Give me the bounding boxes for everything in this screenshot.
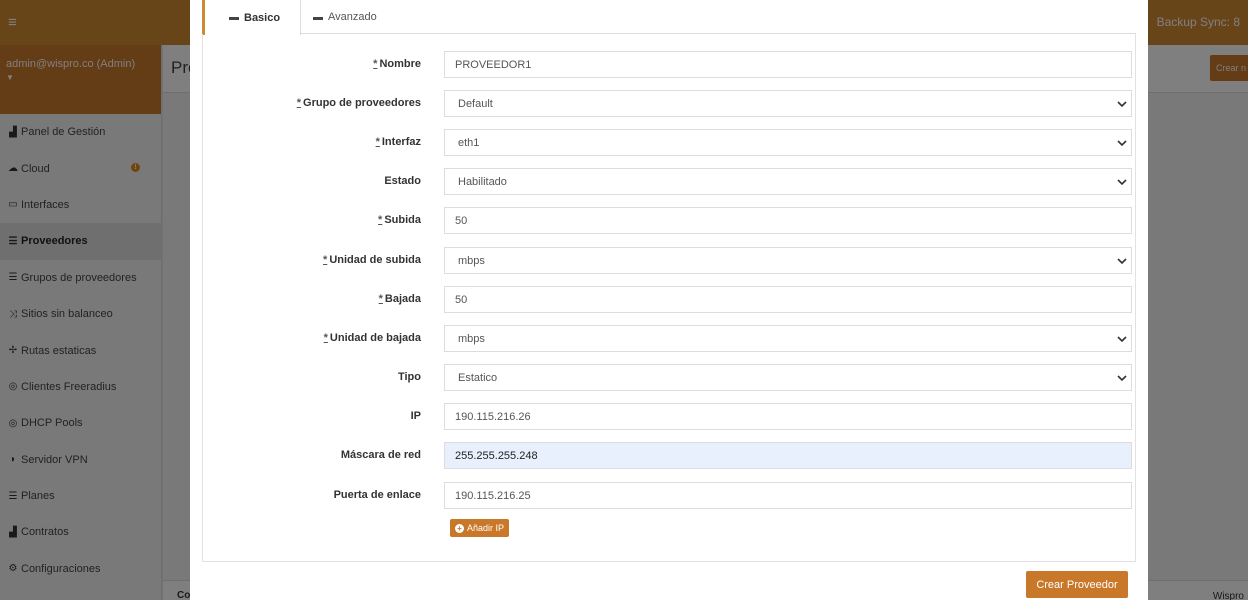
row-nombre: * Nombre: [203, 51, 1135, 79]
chevron-down-icon: [1117, 336, 1127, 343]
required-mark: *: [373, 58, 378, 70]
grupo-select[interactable]: Default: [444, 90, 1132, 117]
tab-basico[interactable]: ▬ Basico: [202, 0, 301, 35]
ip-input[interactable]: [444, 403, 1132, 430]
chevron-down-icon: [1117, 375, 1127, 382]
required-mark: *: [296, 97, 302, 109]
select-value: Default: [458, 97, 493, 110]
tipo-label: Tipo: [397, 371, 421, 383]
row-ip: IP: [203, 403, 1135, 431]
select-value: mbps: [458, 254, 485, 267]
unidad-subida-label: * Unidad de subida: [323, 254, 421, 266]
plus-circle-icon: +: [455, 523, 464, 533]
required-mark: *: [378, 214, 383, 226]
label-text: Unidad de bajada: [329, 332, 421, 344]
row-interfaz: * Interfaz eth1: [203, 129, 1135, 157]
select-value: Estatico: [458, 371, 498, 384]
row-bajada: * Bajada: [203, 286, 1135, 314]
row-estado: Estado Habilitado: [203, 168, 1135, 196]
interfaz-label: * Interfaz: [376, 136, 421, 148]
estado-select[interactable]: Habilitado: [444, 168, 1132, 195]
puerta-enlace-label: Puerta de enlace: [333, 489, 421, 501]
label-text: Nombre: [379, 58, 421, 70]
estado-label: Estado: [384, 175, 421, 187]
form-panel: *Nombre *Grupo de proveedores Default *I…: [202, 34, 1136, 562]
tab-avanzado[interactable]: ▬ Avanzado: [311, 0, 377, 34]
row-unidad-bajada: * Unidad de bajada mbps: [203, 325, 1135, 353]
nombre-label: * Nombre: [373, 58, 421, 70]
chevron-down-icon: [1117, 101, 1127, 108]
row-tipo: Tipo Estatico: [203, 364, 1135, 392]
required-mark: *: [378, 293, 383, 305]
bajada-label: * Bajada: [379, 293, 421, 305]
subida-label: * Subida: [378, 214, 421, 226]
tab-label: Basico: [244, 11, 281, 24]
label-text: Interfaz: [381, 136, 421, 148]
label-text: Grupo de proveedores: [303, 97, 421, 109]
required-mark: *: [323, 254, 328, 266]
unidad-bajada-select[interactable]: mbps: [444, 325, 1132, 352]
nombre-input[interactable]: [444, 51, 1132, 78]
mascara-label: Máscara de red: [340, 449, 421, 461]
chevron-down-icon: [1117, 179, 1127, 186]
unidad-subida-select[interactable]: mbps: [444, 247, 1132, 274]
chevron-down-icon: [1117, 258, 1127, 265]
label-text: Subida: [384, 214, 421, 226]
bajada-input[interactable]: [444, 286, 1132, 313]
select-value: eth1: [458, 136, 480, 149]
label-text: Bajada: [384, 293, 421, 305]
unidad-bajada-label: * Unidad de bajada: [324, 332, 421, 344]
label-text: Unidad de subida: [329, 254, 421, 266]
mascara-input[interactable]: [444, 442, 1132, 469]
briefcase-icon: ▬: [313, 11, 323, 23]
add-ip-label: Añadir IP: [467, 523, 505, 533]
tipo-select[interactable]: Estatico: [444, 364, 1132, 391]
row-grupo: * Grupo de proveedores Default: [203, 90, 1135, 118]
grupo-label: * Grupo de proveedores: [297, 97, 421, 109]
crear-proveedor-button[interactable]: Crear Proveedor: [1026, 571, 1128, 598]
row-puerta-enlace: Puerta de enlace: [203, 482, 1135, 510]
chevron-down-icon: [1117, 140, 1127, 147]
select-value: mbps: [458, 332, 485, 345]
required-mark: *: [375, 136, 380, 148]
puerta-enlace-input[interactable]: [444, 482, 1132, 509]
create-provider-modal: ▬ Basico ▬ Avanzado *Nombre *Grupo de pr…: [190, 0, 1148, 600]
row-subida: * Subida: [203, 207, 1135, 235]
tab-label: Avanzado: [328, 11, 377, 23]
required-mark: *: [323, 332, 328, 344]
row-unidad-subida: * Unidad de subida mbps: [203, 247, 1135, 275]
briefcase-icon: ▬: [229, 12, 239, 23]
subida-input[interactable]: [444, 207, 1132, 234]
select-value: Habilitado: [458, 175, 507, 188]
interfaz-select[interactable]: eth1: [444, 129, 1132, 156]
add-ip-button[interactable]: + Añadir IP: [450, 519, 510, 537]
ip-label: IP: [410, 410, 421, 422]
tab-bar: ▬ Basico ▬ Avanzado: [202, 0, 1136, 35]
row-mascara: Máscara de red: [203, 442, 1135, 470]
